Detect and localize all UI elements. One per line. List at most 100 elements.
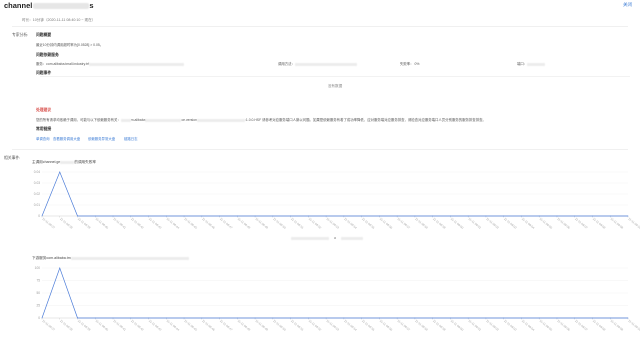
chart1-xtick-label: 11-11 09:09 — [610, 217, 625, 230]
chart2-data-point — [308, 317, 309, 319]
chart1-xtick-label: 11-11 09:06 — [556, 217, 571, 230]
chart1-data-point — [201, 215, 203, 217]
chart1-data-point — [556, 215, 558, 217]
chart1-xtick-label: 11-11 08:56 — [379, 217, 394, 230]
chart2-data-point — [538, 317, 540, 319]
chart2-data-point — [627, 317, 629, 319]
chart2-data-point — [290, 317, 291, 319]
chart1-data-point — [450, 215, 451, 217]
chart1-ytick: 0.04 — [34, 170, 40, 174]
chart2-data-point — [343, 317, 345, 319]
chart2-data-point — [77, 317, 78, 319]
chart2-ytick: 75 — [36, 279, 40, 283]
chart2-xtick-label: 11-11 08:53 — [325, 319, 340, 332]
chart2-data-point — [41, 317, 43, 319]
chart2-xtick-label: 11-11 08:55 — [361, 319, 376, 332]
chart1-xtick-label: 11-11 08:55 — [361, 217, 376, 230]
chart2-data-point — [201, 317, 203, 319]
chart2-xtick-label: 11-11 09:08 — [592, 319, 607, 332]
chart2-xtick-label: 11-11 08:37 — [41, 319, 56, 332]
chart2-xtick-label: 11-11 09:10 — [627, 319, 640, 332]
chart2-data-point — [361, 317, 362, 319]
chart1-xtick-label: 11-11 08:49 — [254, 217, 269, 230]
chart1-xtick-label: 11-11 08:48 — [237, 217, 252, 230]
chart1-xtick-label: 11-11 09:07 — [574, 217, 589, 230]
chart2-data-point — [236, 317, 238, 319]
chart1-data-point — [112, 215, 114, 217]
chart2-data-point — [148, 317, 149, 319]
chart2-data-point — [379, 317, 380, 319]
chart2-xtick-label: 11-11 08:59 — [432, 319, 447, 332]
chart1-data-point — [236, 215, 238, 217]
chart1-xtick-label: 11-11 08:41 — [112, 217, 127, 230]
chart1-xtick-label: 11-11 08:58 — [414, 217, 429, 230]
chart1-xtick-label: 11-11 09:05 — [539, 217, 554, 230]
chart1-xtick-label: 11-11 08:46 — [201, 217, 216, 230]
chart2-data-point — [165, 317, 167, 319]
chart2-xtick-label: 11-11 08:47 — [219, 319, 234, 332]
chart1-xtick-label: 11-11 08:57 — [397, 217, 412, 230]
chart2-data-point — [396, 317, 398, 319]
chart2-xtick-label: 11-11 09:02 — [485, 319, 500, 332]
chart1-xtick-label: 11-11 08:37 — [41, 217, 56, 230]
chart2-xtick-label: 11-11 08:41 — [112, 319, 127, 332]
chart2-xtick-label: 11-11 08:48 — [237, 319, 252, 332]
chart1-data-point — [272, 215, 274, 217]
chart1-ytick: 0 — [38, 214, 40, 218]
chart1-xtick-label: 11-11 08:43 — [148, 217, 163, 230]
chart1-xtick-label: 11-11 08:38 — [59, 217, 74, 230]
chart2-ytick: 100 — [35, 266, 41, 270]
chart2-data-point — [467, 317, 469, 319]
chart1-data-point — [41, 215, 43, 217]
chart2-xtick-label: 11-11 09:07 — [574, 319, 589, 332]
chart1-xtick-label: 11-11 08:45 — [183, 217, 198, 230]
chart2-xtick-label: 11-11 08:39 — [77, 319, 92, 332]
chart1-data-point — [308, 215, 309, 217]
chart2-data-point — [112, 317, 114, 319]
chart2-data-point — [592, 317, 593, 319]
chart2-xtick-label: 11-11 08:52 — [308, 319, 323, 332]
chart2-data-point — [574, 317, 576, 319]
chart1-xtick-label: 11-11 09:10 — [627, 217, 640, 230]
chart1-xtick-label: 11-11 09:04 — [521, 217, 536, 230]
chart1-data-point — [379, 215, 380, 217]
chart1-data-point — [396, 215, 398, 217]
chart1-xtick-label: 11-11 09:00 — [450, 217, 465, 230]
chart2-xtick-label: 11-11 08:46 — [201, 319, 216, 332]
chart1-data-point — [432, 215, 434, 217]
chart1-data-point — [130, 215, 132, 217]
chart2-xtick-label: 11-11 08:43 — [148, 319, 163, 332]
chart1-xtick-label: 11-11 09:03 — [503, 217, 518, 230]
chart2-xtick-label: 11-11 09:01 — [468, 319, 483, 332]
chart2-xtick-label: 11-11 08:51 — [290, 319, 305, 332]
chart1-data-point — [414, 215, 416, 217]
chart2-data-point — [94, 317, 96, 319]
chart1-ytick: 0.03 — [34, 181, 40, 185]
chart2-data-point — [503, 317, 505, 319]
chart1-data-point — [343, 215, 345, 217]
chart2-xtick-label: 11-11 08:50 — [272, 319, 287, 332]
chart2-xtick-label: 11-11 09:04 — [521, 319, 536, 332]
chart1-data-point — [77, 215, 78, 217]
chart2-xtick-label: 11-11 09:09 — [610, 319, 625, 332]
chart1-xtick-label: 11-11 08:44 — [166, 217, 181, 230]
chart1-xtick-label: 11-11 08:54 — [343, 217, 358, 230]
chart2-ytick: 25 — [36, 304, 40, 308]
chart1-xtick-label: 11-11 08:47 — [219, 217, 234, 230]
chart1-xtick-label: 11-11 08:50 — [272, 217, 287, 230]
chart1-data-point — [59, 171, 61, 173]
chart2-data-point — [183, 317, 185, 319]
chart2-data-point — [521, 317, 522, 319]
chart2-xtick-label: 11-11 08:58 — [414, 319, 429, 332]
chart2-data-point — [432, 317, 434, 319]
chart2-xtick-label: 11-11 08:40 — [95, 319, 110, 332]
chart1-data-point — [361, 215, 362, 217]
chart1-xtick-label: 11-11 08:59 — [432, 217, 447, 230]
chart1-data-point — [148, 215, 149, 217]
chart1-data-point — [183, 215, 185, 217]
chart1-data-point — [290, 215, 291, 217]
chart1-data-point — [165, 215, 167, 217]
chart1-xtick-label: 11-11 08:42 — [130, 217, 145, 230]
chart1-data-point — [254, 215, 256, 217]
chart2-xtick-label: 11-11 08:42 — [130, 319, 145, 332]
